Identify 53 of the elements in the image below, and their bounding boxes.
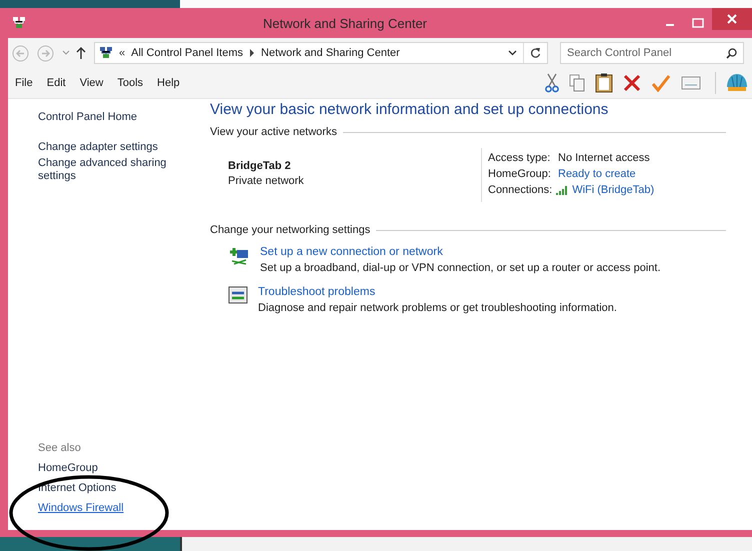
section-label: Change your networking settings [210, 224, 370, 236]
properties-icon[interactable] [681, 76, 701, 90]
breadcrumb-item[interactable]: All Control Panel Items [131, 47, 244, 59]
detail-label: HomeGroup: [488, 168, 552, 180]
address-bar[interactable]: « All Control Panel Items Network and Sharing Center [94, 42, 548, 64]
task-link[interactable]: Troubleshoot problems [258, 286, 617, 298]
breadcrumb-arrow-icon[interactable] [249, 49, 256, 57]
network-name: BridgeTab 2 [228, 160, 292, 172]
sidebar-link[interactable]: Change advanced sharing settings [38, 157, 178, 183]
page-heading: View your basic network information and set up connections [210, 101, 610, 118]
shell-icon[interactable] [726, 73, 748, 93]
close-icon [727, 14, 737, 24]
detail-link[interactable]: Ready to create [558, 168, 636, 180]
signal-icon [556, 185, 570, 195]
task-description: Set up a broadband, dial-up or VPN connection, or set up a router or access point. [260, 262, 661, 274]
network-icon [99, 46, 113, 60]
menu-item[interactable]: Help [157, 77, 180, 89]
menu-item[interactable]: File [15, 77, 33, 89]
menu-item[interactable]: View [80, 77, 104, 89]
menu-item[interactable]: Edit [46, 77, 66, 89]
see-also-link[interactable]: Windows Firewall [38, 502, 210, 514]
window-title: Network and Sharing Center [262, 16, 428, 30]
see-also-heading: See also [38, 442, 82, 454]
sidebar-link[interactable]: Control Panel Home [38, 111, 178, 124]
scissors-icon[interactable] [545, 73, 559, 93]
detail-value: No Internet access [558, 152, 650, 164]
detail-label: Access type: [488, 152, 552, 164]
search-field[interactable]: Search Control Panel [560, 42, 744, 64]
section-label: View your active networks [210, 126, 337, 138]
maximize-icon [692, 18, 704, 28]
close-button[interactable] [712, 8, 752, 30]
network-type: Private network [228, 175, 305, 187]
search-icon [726, 48, 737, 59]
checkmark-icon[interactable] [651, 74, 671, 92]
breadcrumb-item[interactable]: Network and Sharing Center [261, 47, 400, 59]
delete-icon[interactable] [623, 74, 641, 92]
sidebar-link[interactable]: Change adapter settings [38, 141, 178, 154]
troubleshoot-icon [228, 286, 248, 304]
clipboard-icon[interactable] [595, 73, 613, 93]
network-connection-icon [228, 246, 250, 266]
task-description: Diagnose and repair network problems or get troubleshooting information. [258, 302, 617, 314]
see-also-link[interactable]: Internet Options [38, 482, 210, 494]
dropdown-icon[interactable] [508, 50, 517, 56]
overflow-chevron[interactable]: « [119, 47, 126, 59]
see-also-link[interactable]: HomeGroup [38, 462, 210, 474]
refresh-icon[interactable] [530, 47, 541, 59]
up-arrow-button[interactable] [76, 47, 86, 59]
menu-item[interactable]: Tools [117, 77, 144, 89]
network-icon [12, 16, 26, 30]
task-link[interactable]: Set up a new connection or network [260, 246, 661, 258]
copy-icon[interactable] [569, 74, 585, 92]
detail-label: Connections: [488, 184, 552, 196]
connection-link[interactable]: WiFi (BridgeTab) [572, 184, 654, 196]
